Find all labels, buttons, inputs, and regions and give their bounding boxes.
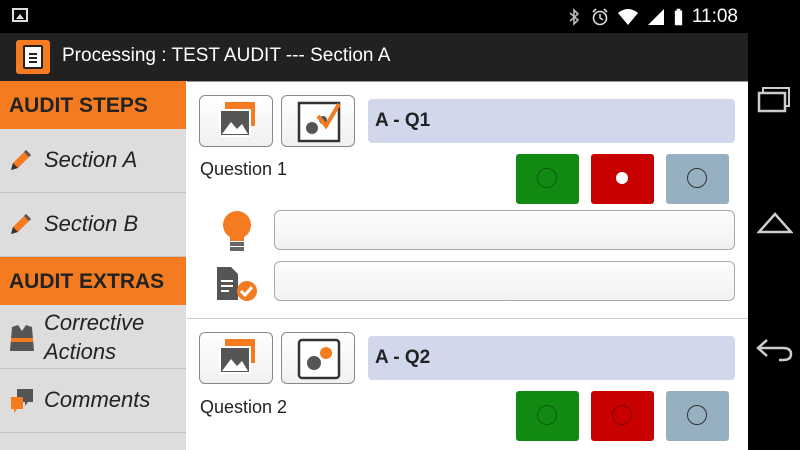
alarm-icon [592,7,608,25]
sidebar-item-label: Corrective [44,310,145,335]
sidebar-item-corrective-actions[interactable]: Corrective Actions [0,305,186,369]
question-divider [187,318,748,319]
signal-icon [647,8,664,25]
add-photo-button[interactable] [199,95,273,147]
answer-yes-button[interactable] [516,154,579,204]
audit-steps-header: AUDIT STEPS [0,81,186,129]
audit-extras-header: AUDIT EXTRAS [0,257,186,305]
home-icon[interactable] [757,210,793,236]
battery-icon [674,8,683,25]
image-notification-icon [12,8,28,22]
hint-input[interactable] [274,210,735,250]
audit-clipboard-icon[interactable] [16,40,50,74]
pencil-icon [11,214,31,234]
app-screen: 11:08 Processing : TEST AUDIT --- Sectio… [0,0,748,450]
sidebar-item-label: Section B [44,211,139,236]
sidebar-item-label: Actions [44,339,117,364]
add-photo-button[interactable] [199,332,273,384]
pencil-icon [11,150,31,170]
status-icons: 11:08 [565,0,738,33]
radio-indicator-icon [612,405,632,425]
sidebar: AUDIT STEPS Section A Section B AUDIT EX… [0,81,186,450]
action-input[interactable] [274,261,735,301]
gear-icon [297,338,341,380]
comment-icon [11,389,33,413]
sidebar-item-label: Section A [44,147,138,172]
sidebar-item-label: Comments [44,387,151,412]
radio-selected-icon [616,172,628,184]
document-check-icon [217,267,257,301]
bluetooth-icon [569,7,580,26]
question-title: A - Q1 [368,99,735,143]
radio-indicator-icon [537,405,557,425]
answer-na-button[interactable] [666,154,729,204]
page-title: Processing : TEST AUDIT --- Section A [62,45,391,66]
recent-apps-icon[interactable] [757,86,793,114]
lightbulb-icon [223,211,251,251]
back-icon[interactable] [755,336,795,362]
gear-check-icon [297,101,341,143]
sidebar-item-section-b[interactable]: Section B [0,193,186,257]
question-label: Question 1 [200,159,288,179]
answer-no-button[interactable] [591,391,654,441]
answer-na-button[interactable] [666,391,729,441]
navigation-bar [748,0,800,450]
radio-indicator-icon [687,168,707,188]
sidebar-item-section-a[interactable]: Section A [0,129,186,193]
status-bar: 11:08 [0,0,748,33]
answer-yes-button[interactable] [516,391,579,441]
photo-icon [219,102,255,137]
settings-button[interactable] [281,332,355,384]
question-label: Question 2 [200,397,288,417]
answer-no-button[interactable] [591,154,654,204]
photo-icon [219,339,255,374]
radio-indicator-icon [537,168,557,188]
wifi-icon [617,8,638,25]
safety-vest-icon [10,325,34,351]
settings-check-button[interactable] [281,95,355,147]
question-title: A - Q2 [368,336,735,380]
radio-indicator-icon [687,405,707,425]
sidebar-item-comments[interactable]: Comments [0,369,186,433]
clock: 11:08 [691,5,738,27]
